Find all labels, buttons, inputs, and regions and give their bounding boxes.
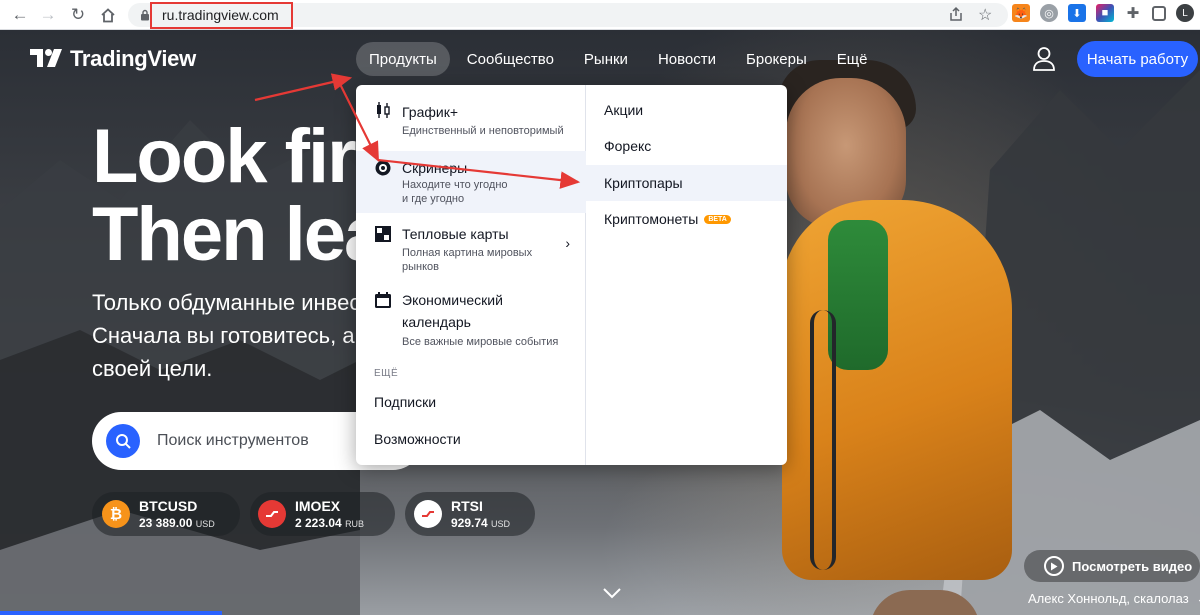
user-icon[interactable] xyxy=(1032,46,1056,72)
ticker-symbol: RTSI xyxy=(451,498,483,514)
back-icon[interactable]: ← xyxy=(6,1,34,29)
climber-shirt xyxy=(828,220,888,370)
link-features[interactable]: Возможности xyxy=(374,431,461,447)
sub-item-label: Криптомонеты xyxy=(604,211,699,227)
ticker-value: 2 223.04 xyxy=(295,516,342,530)
forward-icon[interactable]: → xyxy=(34,1,62,29)
ticker-symbol: BTCUSD xyxy=(139,498,198,514)
menu-item-chart-plus[interactable]: График+ Единственный и неповторимый xyxy=(356,85,586,151)
nav-community[interactable]: Сообщество xyxy=(454,42,567,76)
share-icon[interactable] xyxy=(948,6,964,27)
dropdown-main-column: График+ Единственный и неповторимый Скри… xyxy=(356,85,586,465)
calendar-icon xyxy=(375,292,391,308)
metamask-icon[interactable]: 🦊 xyxy=(1012,4,1030,22)
beta-badge: BETA xyxy=(704,214,731,224)
browser-toolbar: ← → ↻ ru.tradingview.com ☆ 🦊 ◎ ⬇ ■ ✚ L xyxy=(0,0,1200,30)
dropdown-sub-column: Акции Форекс Криптопары Криптомонеты BET… xyxy=(586,85,787,465)
target-icon xyxy=(375,160,391,176)
hero-subline: Только обдуманные инвес Сначала вы готов… xyxy=(92,290,361,381)
ticker-value: 929.74 xyxy=(451,516,488,530)
heatmap-icon xyxy=(375,226,391,242)
ticker-imoex[interactable]: IMOEX 2 223.04 RUB xyxy=(258,492,364,536)
ticker-value: 23 389.00 xyxy=(139,516,193,530)
home-icon[interactable] xyxy=(94,1,122,29)
color-ext-icon[interactable]: ■ xyxy=(1096,4,1114,22)
menu-item-heatmaps[interactable]: Тепловые карты Полная картина мировых ры… xyxy=(356,213,586,281)
watch-video-label: Посмотреть видео xyxy=(1072,558,1193,574)
tradingview-logo[interactable]: TradingView xyxy=(30,46,196,72)
ticker-unit: USD xyxy=(195,519,215,529)
nav-products[interactable]: Продукты xyxy=(356,42,450,76)
sidepanel-icon[interactable] xyxy=(1152,5,1166,21)
hero-headline: Look firs Then lea xyxy=(92,114,397,277)
watch-video-button[interactable]: Посмотреть видео xyxy=(1024,550,1200,582)
search-placeholder: Поиск инструментов xyxy=(157,432,309,449)
photo-caption: Алекс Хоннольд, скалолаз ⌄ xyxy=(1028,591,1200,607)
menu-item-title: Скринеры xyxy=(402,160,468,176)
more-section-label: ЕЩЁ xyxy=(374,368,399,379)
chevron-right-icon: › xyxy=(565,235,570,251)
ticker-btcusd[interactable]: ₿ BTCUSD 23 389.00 USD xyxy=(102,492,215,536)
sub-item-stocks[interactable]: Акции xyxy=(586,92,787,128)
menu-item-desc: Все важные мировые события xyxy=(402,336,559,348)
ticker-unit: USD xyxy=(491,519,511,529)
logo-text: TradingView xyxy=(70,46,196,71)
ticker-symbol: IMOEX xyxy=(295,498,341,514)
sub-item-crypto-coins[interactable]: Криптомонеты BETA xyxy=(586,201,787,237)
download-ext-icon[interactable]: ⬇ xyxy=(1068,4,1086,22)
menu-item-title: График+ xyxy=(402,104,459,120)
ticker-rtsi[interactable]: RTSI 929.74 USD xyxy=(414,492,510,536)
main-nav: Продукты Сообщество Рынки Новости Брокер… xyxy=(356,42,880,76)
scroll-down-chevron-icon[interactable] xyxy=(602,586,622,600)
bookmark-star-icon[interactable]: ☆ xyxy=(978,5,992,25)
nav-news[interactable]: Новости xyxy=(645,42,729,76)
nav-more[interactable]: Ещё xyxy=(824,42,881,76)
start-button[interactable]: Начать работу xyxy=(1077,41,1198,77)
ticker-unit: RUB xyxy=(345,519,365,529)
rts-icon xyxy=(414,500,442,528)
menu-item-desc: Полная картина мировых рынков xyxy=(402,247,533,273)
sub-item-crypto-pairs[interactable]: Криптопары xyxy=(586,165,787,201)
puzzle-icon[interactable]: ✚ xyxy=(1124,4,1142,22)
candlestick-icon xyxy=(377,102,390,118)
sub-item-forex[interactable]: Форекс xyxy=(586,128,787,164)
chevron-down-icon[interactable]: ⌄ xyxy=(1196,591,1200,606)
nav-brokers[interactable]: Брокеры xyxy=(733,42,820,76)
url-annotation-box xyxy=(150,2,293,29)
bottom-accent-bar xyxy=(0,611,222,615)
menu-item-desc: Единственный и неповторимый xyxy=(402,125,564,137)
products-dropdown: График+ Единственный и неповторимый Скри… xyxy=(356,85,787,465)
caption-text: Алекс Хоннольд, скалолаз xyxy=(1028,591,1189,606)
link-subscriptions[interactable]: Подписки xyxy=(374,394,436,410)
bitcoin-icon: ₿ xyxy=(102,500,130,528)
menu-item-desc: Находите что угодно и где угодно xyxy=(402,179,508,205)
menu-item-title: Тепловые карты xyxy=(402,226,509,242)
search-icon[interactable] xyxy=(106,424,140,458)
nav-markets[interactable]: Рынки xyxy=(571,42,641,76)
menu-item-screeners[interactable]: Скринеры Находите что угодно и где угодн… xyxy=(356,151,586,213)
profile-avatar[interactable]: L xyxy=(1176,4,1194,22)
reload-icon[interactable]: ↻ xyxy=(64,1,92,29)
extension-tray: 🦊 ◎ ⬇ ■ ✚ L xyxy=(1012,4,1194,22)
climbing-rope xyxy=(810,310,836,570)
menu-item-economic-calendar[interactable]: Экономический календарь Все важные миров… xyxy=(356,281,586,353)
menu-item-title: Экономический календарь xyxy=(402,292,503,330)
globe-icon[interactable]: ◎ xyxy=(1040,4,1058,22)
moex-icon xyxy=(258,500,286,528)
tv-logo-mark-icon xyxy=(30,49,62,67)
play-icon xyxy=(1044,556,1064,576)
